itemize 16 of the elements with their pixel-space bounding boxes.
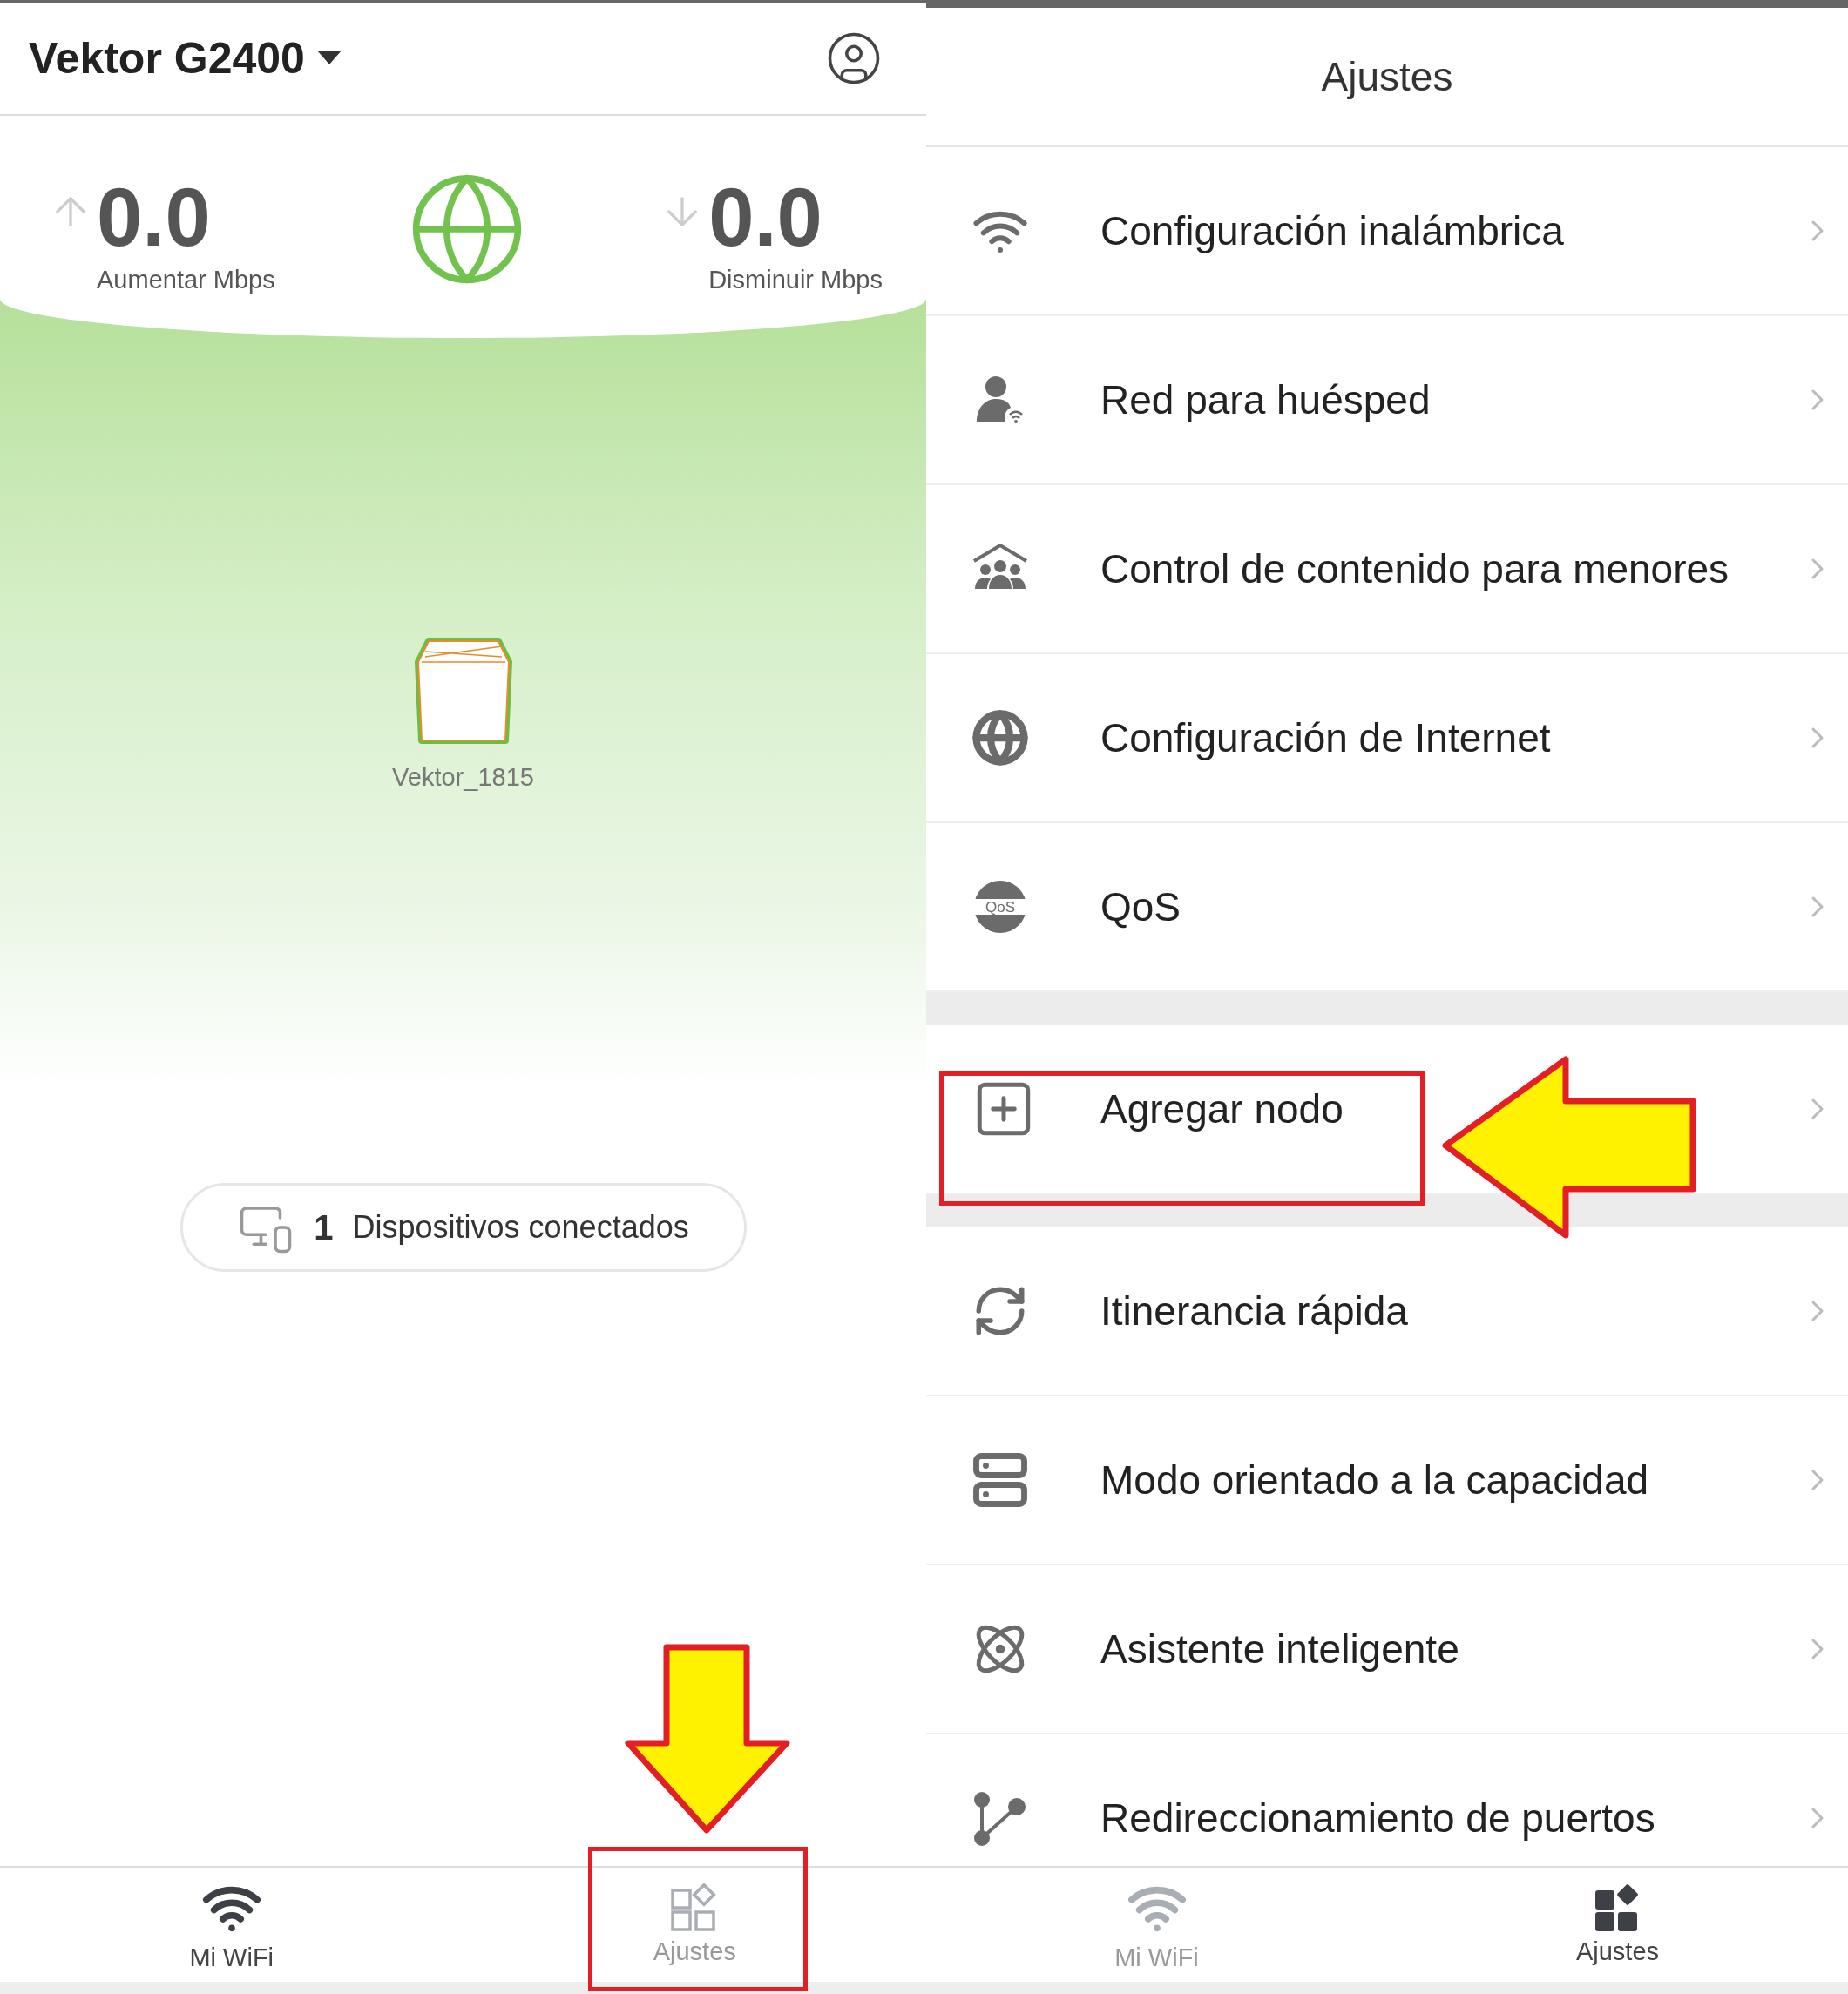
nav-tab[interactable]: Mi WiFi <box>0 1868 464 1982</box>
qos-icon: QoS <box>971 878 1029 936</box>
devices-label: Dispositivos conectados <box>352 1209 689 1246</box>
upload-label: Aumentar Mbps <box>97 266 275 294</box>
download-value: 0.0 <box>708 177 823 259</box>
globe-icon <box>971 709 1029 767</box>
download-label: Disminuir Mbps <box>708 266 883 294</box>
page-title: Ajustes <box>1321 53 1453 100</box>
device-count: 1 <box>314 1207 334 1247</box>
nav-tab[interactable]: Ajustes <box>1387 1868 1848 1982</box>
connected-devices-pill[interactable]: 1 Dispositivos conectados <box>179 1183 747 1272</box>
upload-value: 0.0 <box>97 177 212 259</box>
caret-icon <box>316 51 342 66</box>
node-name: Vektor_1815 <box>392 763 534 792</box>
router-selector[interactable]: Vektor G2400 <box>29 33 342 84</box>
server-icon <box>971 1451 1029 1509</box>
